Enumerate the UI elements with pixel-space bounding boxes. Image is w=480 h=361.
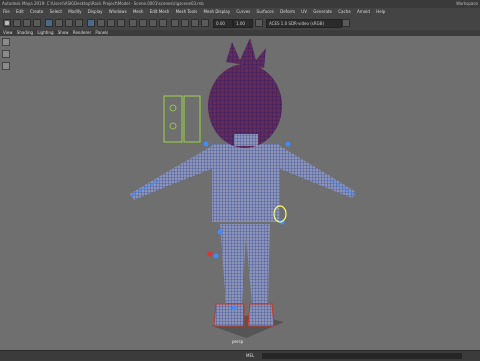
anti-aliasing-icon[interactable] xyxy=(159,19,167,27)
menu-item-uv[interactable]: UV xyxy=(301,9,307,14)
character-rig-svg[interactable] xyxy=(0,36,480,350)
isolate-select-icon[interactable] xyxy=(171,19,179,27)
menu-item-mesh-tools[interactable]: Mesh Tools xyxy=(176,9,198,14)
left-shoe-mesh[interactable] xyxy=(213,303,245,327)
menu-item-generate[interactable]: Generate xyxy=(313,9,332,14)
hair-spikes-mesh[interactable] xyxy=(226,38,266,68)
gate-mask-icon[interactable] xyxy=(75,19,83,27)
resolution-gate-icon[interactable] xyxy=(65,19,73,27)
panel-menu-shading[interactable]: Shading xyxy=(17,30,33,35)
wireframe-icon[interactable] xyxy=(87,19,95,27)
menu-item-create[interactable]: Create xyxy=(30,9,43,14)
menu-item-surfaces[interactable]: Surfaces xyxy=(257,9,274,14)
title-bar: Autodesk Maya 2019: C:\Users\ASK\Desktop… xyxy=(0,0,480,8)
panel-menu-view[interactable]: View xyxy=(3,30,13,35)
menu-item-deform[interactable]: Deform xyxy=(280,9,295,14)
menu-item-modify[interactable]: Modify xyxy=(68,9,81,14)
gamma-field[interactable]: 1.00 xyxy=(233,19,253,28)
menu-item-help[interactable]: Help xyxy=(376,9,385,14)
menu-item-cache[interactable]: Cache xyxy=(338,9,350,14)
face-control-panel-2[interactable] xyxy=(183,95,201,143)
left-arm-mesh[interactable] xyxy=(130,146,214,200)
menu-item-windows[interactable]: Windows xyxy=(109,9,127,14)
shadows-icon[interactable] xyxy=(129,19,137,27)
image-plane-icon[interactable] xyxy=(33,19,41,27)
backface-icon[interactable] xyxy=(201,19,209,27)
right-arm-mesh[interactable] xyxy=(278,146,356,198)
menu-item-mesh-display[interactable]: Mesh Display xyxy=(204,9,231,14)
menu-item-mesh[interactable]: Mesh xyxy=(133,9,144,14)
ambient-occlusion-icon[interactable] xyxy=(139,19,147,27)
menu-item-file[interactable]: File xyxy=(3,9,10,14)
motion-blur-icon[interactable] xyxy=(149,19,157,27)
smooth-shade-icon[interactable] xyxy=(97,19,105,27)
workspace-label[interactable]: Workspace xyxy=(456,0,478,8)
eye-control-icon[interactable] xyxy=(169,104,177,112)
menu-item-display[interactable]: Display xyxy=(88,9,103,14)
panel-menu-renderer[interactable]: Renderer xyxy=(73,30,91,35)
panel-menu-panels[interactable]: Panels xyxy=(95,30,108,35)
menu-item-arnold[interactable]: Arnold xyxy=(357,9,370,14)
neck-mesh xyxy=(234,134,258,146)
legs-mesh[interactable] xyxy=(220,224,270,304)
ik-handle[interactable] xyxy=(207,251,213,257)
select-camera-icon[interactable] xyxy=(3,19,11,27)
exposure-field[interactable]: 0.00 xyxy=(213,19,233,28)
main-menu-bar: File Edit Create Select Modify Display W… xyxy=(0,8,480,16)
menu-item-edit-mesh[interactable]: Edit Mesh xyxy=(150,9,170,14)
menu-item-curves[interactable]: Curves xyxy=(236,9,250,14)
panel-menu-lighting[interactable]: Lighting xyxy=(37,30,53,35)
lock-camera-icon[interactable] xyxy=(13,19,21,27)
xray-icon[interactable] xyxy=(181,19,189,27)
command-input[interactable] xyxy=(262,353,462,359)
grid-icon[interactable] xyxy=(45,19,53,27)
xray-joints-icon[interactable] xyxy=(191,19,199,27)
viewport-toolbar: 0.00 1.00 ACES 1.0 SDR-video (sRGB) xyxy=(0,16,480,31)
panel-menu-show[interactable]: Show xyxy=(58,30,69,35)
textured-icon[interactable] xyxy=(107,19,115,27)
torso-mesh[interactable] xyxy=(212,144,280,222)
command-line-bar: MEL xyxy=(0,350,480,361)
settings-icon[interactable] xyxy=(342,19,350,27)
mouth-control-icon[interactable] xyxy=(169,122,177,130)
bookmark-icon[interactable] xyxy=(23,19,31,27)
lights-icon[interactable] xyxy=(117,19,125,27)
color-management-icon[interactable] xyxy=(255,19,263,27)
perspective-viewport[interactable]: persp xyxy=(0,36,480,350)
right-shoe-mesh[interactable] xyxy=(247,303,275,327)
face-control-panel[interactable] xyxy=(163,95,183,143)
camera-name-label: persp xyxy=(232,339,244,344)
film-gate-icon[interactable] xyxy=(55,19,63,27)
menu-item-edit[interactable]: Edit xyxy=(16,9,24,14)
window-title: Autodesk Maya 2019: C:\Users\ASK\Desktop… xyxy=(2,1,204,6)
menu-item-select[interactable]: Select xyxy=(50,9,62,14)
view-transform-field[interactable]: ACES 1.0 SDR-video (sRGB) xyxy=(266,19,342,28)
